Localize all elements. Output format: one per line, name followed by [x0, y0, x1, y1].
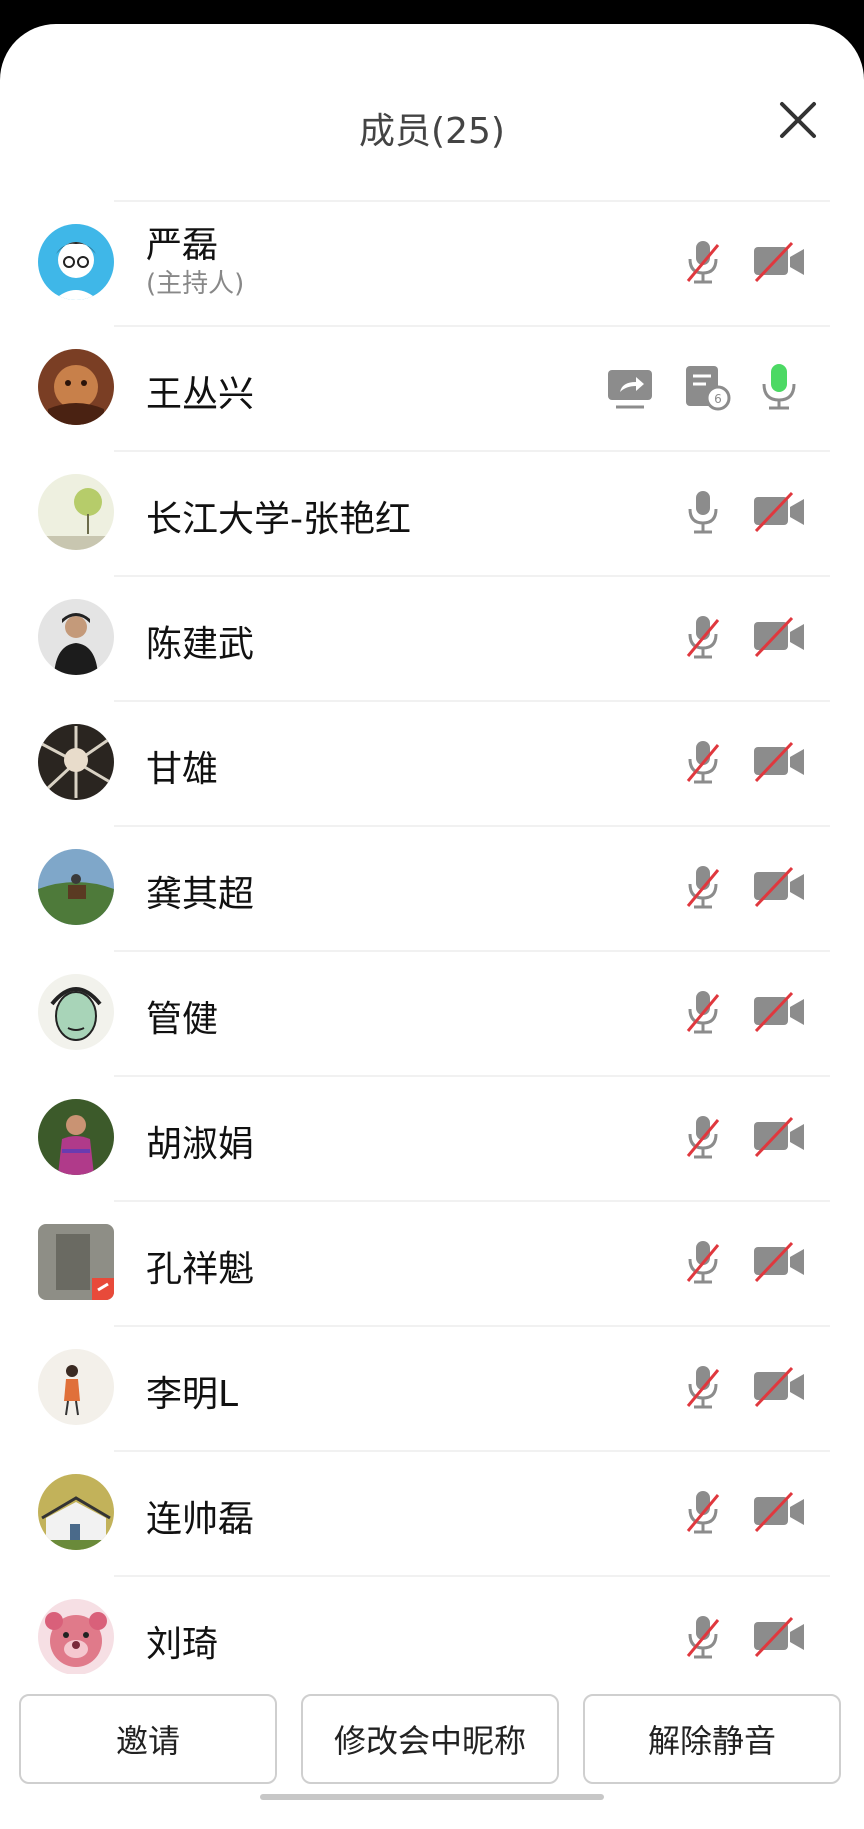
avatar: [38, 724, 114, 800]
member-row[interactable]: 严磊 (主持人): [0, 200, 864, 325]
divider: [114, 1450, 830, 1452]
avatar: [38, 1474, 114, 1550]
member-name: 严磊: [146, 225, 219, 266]
mic-on-icon[interactable]: [678, 487, 728, 537]
sheet-header: 成员(25): [0, 24, 864, 200]
member-row[interactable]: 长江大学-张艳红: [0, 450, 864, 575]
member-name: 陈建武: [146, 624, 255, 665]
avatar: [38, 474, 114, 550]
mic-muted-icon[interactable]: [678, 862, 728, 912]
action-bar: 邀请 修改会中昵称 解除静音: [0, 1674, 864, 1829]
mic-muted-icon[interactable]: [678, 1362, 728, 1412]
members-sheet: 成员(25) 严磊 (主持人) 王丛兴 6 长江大学-张艳红 陈建武 甘雄 龚其…: [0, 24, 864, 1829]
mic-muted-icon[interactable]: [678, 1112, 728, 1162]
member-name: 龚其超: [146, 874, 255, 915]
divider: [114, 1075, 830, 1077]
divider: [114, 575, 830, 577]
member-row[interactable]: 孔祥魁: [0, 1200, 864, 1325]
member-name: 长江大学-张艳红: [146, 499, 411, 540]
divider: [114, 950, 830, 952]
divider: [114, 825, 830, 827]
member-row[interactable]: 连帅磊: [0, 1450, 864, 1575]
member-row[interactable]: 胡淑娟: [0, 1075, 864, 1200]
avatar: [38, 974, 114, 1050]
mic-muted-icon[interactable]: [678, 1237, 728, 1287]
divider: [114, 450, 830, 452]
svg-text:6: 6: [714, 392, 722, 406]
mic-muted-icon[interactable]: [678, 1612, 728, 1662]
mic-muted-icon[interactable]: [678, 612, 728, 662]
member-name: 刘琦: [146, 1624, 219, 1665]
avatar: [38, 1099, 114, 1175]
camera-off-icon[interactable]: [752, 1487, 806, 1537]
member-row[interactable]: 陈建武: [0, 575, 864, 700]
member-name: 王丛兴: [146, 374, 255, 415]
meeting-notes-icon[interactable]: 6: [682, 362, 732, 412]
member-row[interactable]: 龚其超: [0, 825, 864, 950]
divider: [114, 325, 830, 327]
avatar: [38, 1224, 114, 1300]
camera-off-icon[interactable]: [752, 1612, 806, 1662]
divider: [114, 200, 830, 202]
mic-muted-icon[interactable]: [678, 237, 728, 287]
camera-off-icon[interactable]: [752, 1112, 806, 1162]
home-indicator: [260, 1794, 604, 1800]
member-role: (主持人): [146, 269, 245, 299]
avatar: [38, 599, 114, 675]
camera-off-icon[interactable]: [752, 612, 806, 662]
member-name: 连帅磊: [146, 1499, 255, 1540]
camera-off-icon[interactable]: [752, 987, 806, 1037]
member-row[interactable]: 李明L: [0, 1325, 864, 1450]
page-title: 成员(25): [359, 111, 505, 152]
avatar: [38, 349, 114, 425]
member-row[interactable]: 管健: [0, 950, 864, 1075]
member-name: 孔祥魁: [146, 1249, 255, 1290]
member-name: 李明L: [146, 1374, 239, 1415]
mic-muted-icon[interactable]: [678, 1487, 728, 1537]
member-list[interactable]: 严磊 (主持人) 王丛兴 6 长江大学-张艳红 陈建武 甘雄 龚其超 管健 胡淑…: [0, 200, 864, 1674]
camera-off-icon[interactable]: [752, 862, 806, 912]
avatar: [38, 1599, 114, 1674]
mic-muted-icon[interactable]: [678, 987, 728, 1037]
member-name: 管健: [146, 999, 219, 1040]
member-row[interactable]: 王丛兴 6: [0, 325, 864, 450]
divider: [114, 1200, 830, 1202]
camera-off-icon[interactable]: [752, 237, 806, 287]
divider: [114, 1325, 830, 1327]
rename-button[interactable]: 修改会中昵称: [301, 1694, 559, 1784]
camera-off-icon[interactable]: [752, 487, 806, 537]
invite-button[interactable]: 邀请: [19, 1694, 277, 1784]
divider: [114, 700, 830, 702]
member-row[interactable]: 甘雄: [0, 700, 864, 825]
avatar: [38, 224, 114, 300]
camera-off-icon[interactable]: [752, 737, 806, 787]
unmute-button[interactable]: 解除静音: [583, 1694, 841, 1784]
member-name: 甘雄: [146, 749, 219, 790]
avatar: [38, 1349, 114, 1425]
member-row[interactable]: 刘琦: [0, 1575, 864, 1674]
camera-off-icon[interactable]: [752, 1362, 806, 1412]
avatar: [38, 849, 114, 925]
member-name: 胡淑娟: [146, 1124, 255, 1165]
mic-muted-icon[interactable]: [678, 737, 728, 787]
close-icon[interactable]: [776, 98, 820, 142]
camera-off-icon[interactable]: [752, 1237, 806, 1287]
divider: [114, 1575, 830, 1577]
mic-active-icon[interactable]: [754, 362, 804, 412]
screen-share-icon[interactable]: [606, 362, 654, 412]
